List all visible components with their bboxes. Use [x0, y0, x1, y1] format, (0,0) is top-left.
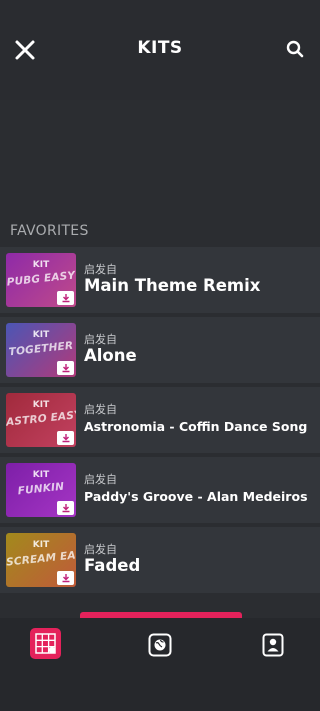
- kit-thumbnail: KIT SCREAM EASY: [6, 533, 76, 587]
- download-badge[interactable]: [57, 431, 74, 445]
- kit-thumbnail: KIT PUBG EASY: [6, 253, 76, 307]
- globe-icon: [148, 633, 172, 657]
- download-badge[interactable]: [57, 571, 74, 585]
- song-title: Astronomia - Coffin Dance Song: [84, 419, 308, 434]
- kit-label: KIT: [32, 260, 50, 270]
- list-item[interactable]: KIT TOGETHER 启发自 Alone: [0, 317, 320, 383]
- download-icon: [62, 504, 69, 513]
- download-badge[interactable]: [57, 501, 74, 515]
- profile-icon: [262, 633, 284, 657]
- source-label: 启发自: [84, 543, 117, 556]
- song-title: Faded: [84, 556, 141, 575]
- download-badge[interactable]: [57, 361, 74, 375]
- search-button[interactable]: [286, 40, 306, 60]
- download-icon: [62, 364, 69, 373]
- kit-name: SCREAM EASY: [6, 547, 76, 569]
- kit-label: KIT: [32, 470, 50, 480]
- bottom-tab-bar: [0, 618, 320, 711]
- kit-thumbnail: KIT FUNKIN: [6, 463, 76, 517]
- kit-name: TOGETHER: [8, 339, 74, 359]
- kit-name: PUBG EASY: [6, 269, 76, 289]
- tab-kits[interactable]: [30, 628, 61, 659]
- kit-name: ASTRO EASY: [6, 408, 76, 429]
- page-title: KITS: [137, 38, 183, 58]
- song-title: Alone: [84, 346, 137, 365]
- source-label: 启发自: [84, 403, 117, 416]
- source-label: 启发自: [84, 333, 117, 346]
- pad-grid-icon: [30, 628, 61, 659]
- list-item[interactable]: KIT ASTRO EASY 启发自 Astronomia - Coffin D…: [0, 387, 320, 453]
- source-label: 启发自: [84, 473, 117, 486]
- list-item[interactable]: KIT FUNKIN 启发自 Paddy's Groove - Alan Med…: [0, 457, 320, 523]
- download-icon: [62, 294, 69, 303]
- download-icon: [62, 434, 69, 443]
- kit-thumbnail: KIT ASTRO EASY: [6, 393, 76, 447]
- list-item[interactable]: KIT SCREAM EASY 启发自 Faded: [0, 527, 320, 593]
- kit-name: FUNKIN: [17, 480, 65, 498]
- header: KITS: [0, 0, 320, 100]
- section-label-favorites: FAVORITES: [10, 223, 89, 239]
- list-item[interactable]: KIT PUBG EASY 启发自 Main Theme Remix: [0, 247, 320, 313]
- kit-label: KIT: [32, 330, 50, 340]
- kit-label: KIT: [32, 400, 50, 410]
- download-badge[interactable]: [57, 291, 74, 305]
- search-icon: [286, 40, 304, 58]
- kit-thumbnail: KIT TOGETHER: [6, 323, 76, 377]
- song-title: Main Theme Remix: [84, 276, 261, 295]
- download-icon: [62, 574, 69, 583]
- kit-label: KIT: [32, 540, 50, 550]
- tab-profile[interactable]: [258, 630, 288, 660]
- source-label: 启发自: [84, 263, 117, 276]
- song-title: Paddy's Groove - Alan Medeiros: [84, 489, 308, 504]
- tab-discover[interactable]: [145, 630, 175, 660]
- favorites-list: KIT PUBG EASY 启发自 Main Theme Remix KIT T…: [0, 247, 320, 597]
